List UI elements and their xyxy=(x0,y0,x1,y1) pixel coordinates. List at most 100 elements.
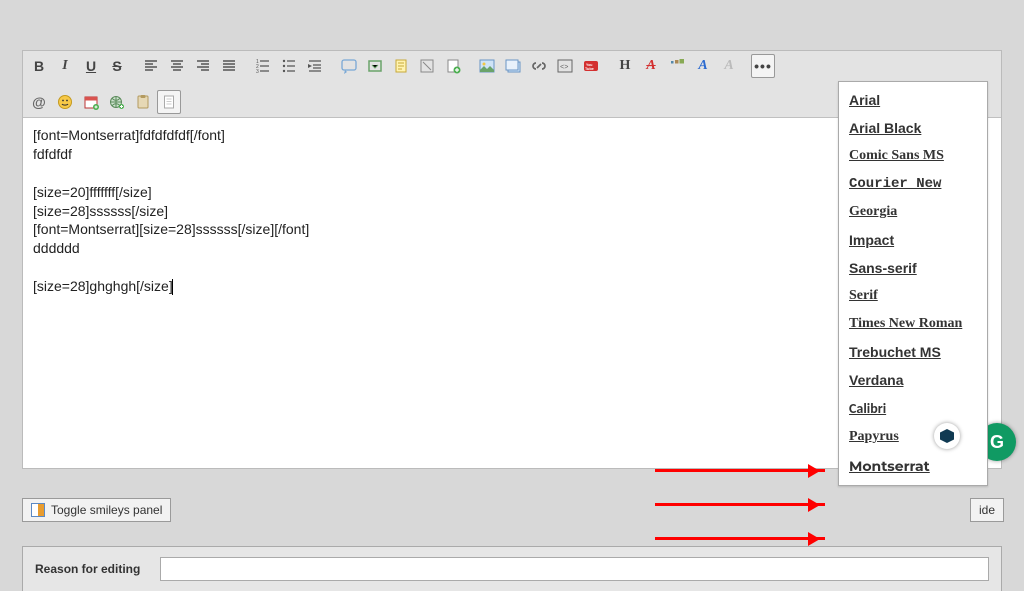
reason-input[interactable] xyxy=(160,557,989,581)
mention-button[interactable]: @ xyxy=(27,90,51,114)
text-line: [font=Montserrat]fdfdfdfdf[/font] xyxy=(33,127,225,143)
reason-row: Reason for editing xyxy=(22,546,1002,591)
link-button[interactable] xyxy=(527,54,551,78)
hex-icon xyxy=(940,429,954,443)
quote-icon xyxy=(341,58,357,74)
format-group: B I U S xyxy=(27,54,129,78)
font-item-sans-serif[interactable]: Sans-serif xyxy=(839,254,987,282)
spoiler-button[interactable] xyxy=(363,54,387,78)
underline-label: U xyxy=(86,59,96,73)
align-right-button[interactable] xyxy=(191,54,215,78)
unordered-list-button[interactable] xyxy=(277,54,301,78)
font-size-icon xyxy=(669,58,685,74)
hide-button[interactable]: ide xyxy=(970,498,1004,522)
dots-icon: ••• xyxy=(754,59,772,73)
note-button[interactable] xyxy=(389,54,413,78)
unordered-list-icon xyxy=(281,58,297,74)
font-clear-label: A xyxy=(724,59,733,73)
font-item-courier-new[interactable]: Courier New xyxy=(839,170,987,198)
emoji-button[interactable] xyxy=(53,90,77,114)
bold-label: B xyxy=(34,59,44,73)
indent-button[interactable] xyxy=(303,54,327,78)
youtube-icon: YouTube xyxy=(583,58,599,74)
extra-group: @ xyxy=(27,90,181,114)
calendar-button[interactable] xyxy=(79,90,103,114)
text-line: [size=28]ssssss[/size] xyxy=(33,203,168,219)
font-clear-button[interactable]: A xyxy=(717,54,741,78)
bold-button[interactable]: B xyxy=(27,54,51,78)
text-line: [size=20]fffffff[/size] xyxy=(33,184,152,200)
font-color-label: A xyxy=(698,59,707,73)
spoiler-icon xyxy=(367,58,383,74)
at-icon: @ xyxy=(32,95,46,109)
hide-label: ide xyxy=(979,503,995,517)
code-button[interactable]: <> xyxy=(553,54,577,78)
emoji-icon xyxy=(57,94,73,110)
smileys-bar: Toggle smileys panel xyxy=(22,498,1002,522)
text-line: fdfdfdf xyxy=(33,146,72,162)
font-dropdown[interactable]: ArialArial BlackComic Sans MSCourier New… xyxy=(838,81,988,486)
font-item-calibri[interactable]: Calibri xyxy=(839,394,987,423)
offtopic-icon xyxy=(419,58,435,74)
text-caret xyxy=(172,279,173,295)
font-item-comic-sans-ms[interactable]: Comic Sans MS xyxy=(839,142,987,170)
youtube-button[interactable]: YouTube xyxy=(579,54,603,78)
underline-button[interactable]: U xyxy=(79,54,103,78)
svg-text:Tube: Tube xyxy=(585,67,594,71)
font-item-verdana[interactable]: Verdana xyxy=(839,366,987,394)
reason-label: Reason for editing xyxy=(35,562,140,576)
media-group: <> YouTube xyxy=(475,54,603,78)
images-icon xyxy=(505,58,521,74)
toggle-smileys-button[interactable]: Toggle smileys panel xyxy=(22,498,171,522)
text-line: [font=Montserrat][size=28]ssssss[/size][… xyxy=(33,221,309,237)
font-item-arial-black[interactable]: Arial Black xyxy=(839,114,987,142)
svg-text:<>: <> xyxy=(560,64,568,72)
add-button[interactable] xyxy=(441,54,465,78)
font-item-georgia[interactable]: Georgia xyxy=(839,198,987,226)
annotation-arrow xyxy=(655,503,825,506)
font-size-button[interactable] xyxy=(665,54,689,78)
align-center-icon xyxy=(169,58,185,74)
ordered-list-icon: 123 xyxy=(255,58,271,74)
link-icon xyxy=(531,58,547,74)
align-justify-button[interactable] xyxy=(217,54,241,78)
italic-label: I xyxy=(62,59,67,73)
annotation-arrow xyxy=(655,537,825,540)
font-item-montserrat[interactable]: Montserrat xyxy=(839,451,987,481)
globe-button[interactable] xyxy=(105,90,129,114)
font-item-trebuchet-ms[interactable]: Trebuchet MS xyxy=(839,338,987,366)
font-item-serif[interactable]: Serif xyxy=(839,282,987,310)
strike-button[interactable]: S xyxy=(105,54,129,78)
document-icon xyxy=(161,94,177,110)
list-group: 123 xyxy=(251,54,327,78)
image-button[interactable] xyxy=(475,54,499,78)
font-item-times-new-roman[interactable]: Times New Roman xyxy=(839,310,987,338)
align-right-icon xyxy=(195,58,211,74)
align-left-icon xyxy=(143,58,159,74)
italic-button[interactable]: I xyxy=(53,54,77,78)
align-center-button[interactable] xyxy=(165,54,189,78)
more-button[interactable]: ••• xyxy=(751,54,775,78)
header-label: H xyxy=(620,59,631,73)
globe-icon xyxy=(109,94,125,110)
font-item-arial[interactable]: Arial xyxy=(839,86,987,114)
font-item-impact[interactable]: Impact xyxy=(839,226,987,254)
align-group xyxy=(139,54,241,78)
font-item-papyrus[interactable]: Papyrus xyxy=(839,423,987,451)
font-color-button[interactable]: A xyxy=(691,54,715,78)
text-line: dddddd xyxy=(33,240,80,256)
indent-icon xyxy=(307,58,323,74)
annotation-arrow xyxy=(655,469,825,472)
strike-label: S xyxy=(112,59,121,73)
align-left-button[interactable] xyxy=(139,54,163,78)
floating-hex-badge[interactable] xyxy=(934,423,960,449)
source-button[interactable] xyxy=(157,90,181,114)
smileys-palette-icon xyxy=(31,503,45,517)
ordered-list-button[interactable]: 123 xyxy=(251,54,275,78)
paste-button[interactable] xyxy=(131,90,155,114)
offtopic-button[interactable] xyxy=(415,54,439,78)
quote-button[interactable] xyxy=(337,54,361,78)
images-button[interactable] xyxy=(501,54,525,78)
font-style-button[interactable]: A xyxy=(639,54,663,78)
header-button[interactable]: H xyxy=(613,54,637,78)
